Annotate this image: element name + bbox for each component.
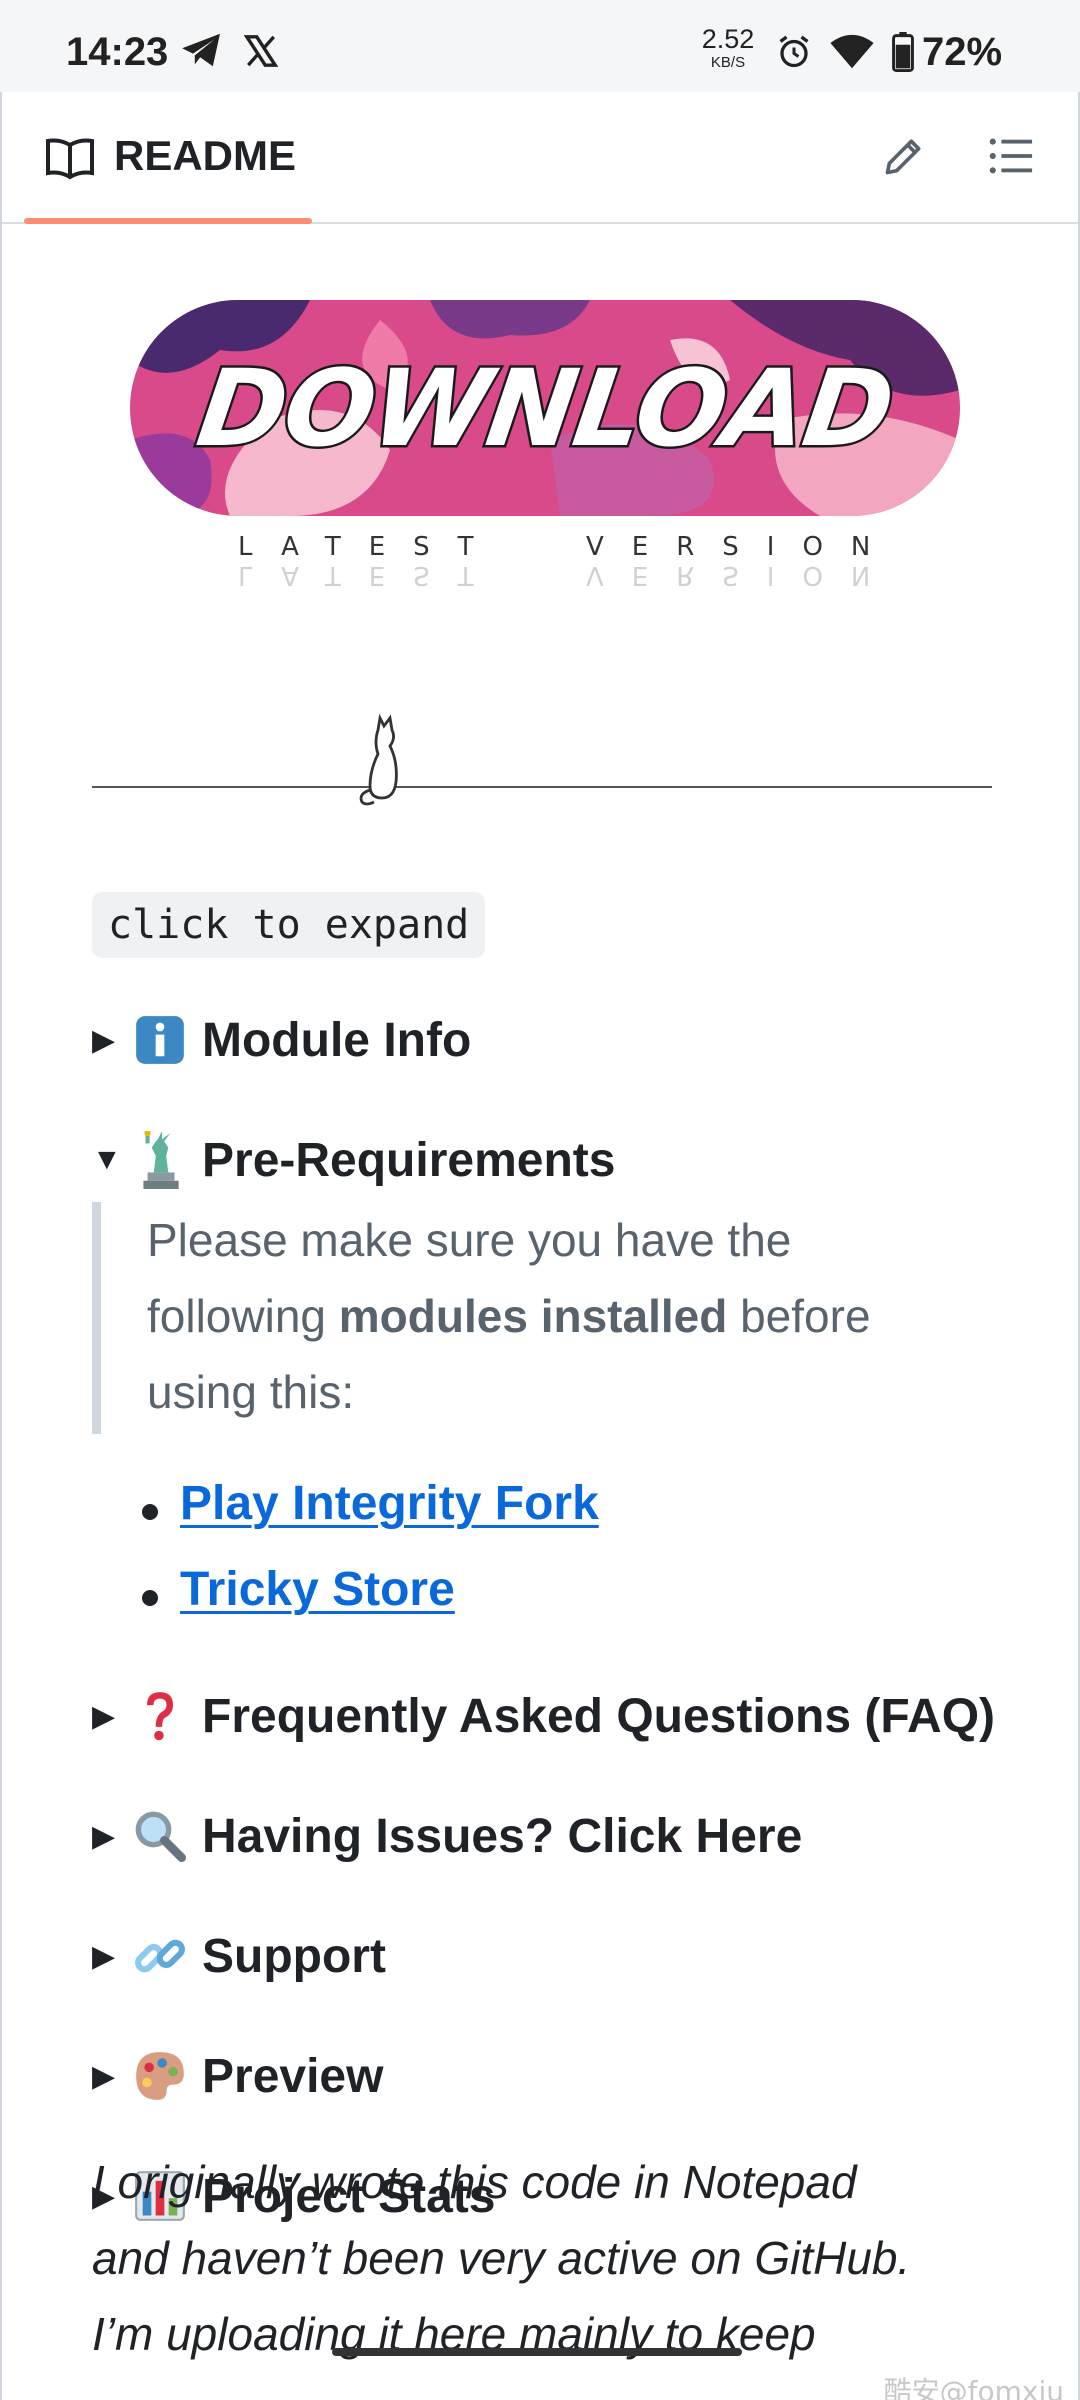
- status-bar: 14:23 2.52 KB/S 72%: [0, 0, 1080, 92]
- scroll-strikethrough-bar: [332, 2348, 742, 2356]
- info-icon: [128, 1014, 192, 1066]
- expanded-triangle-icon: ▼: [92, 1143, 122, 1176]
- book-icon: [46, 138, 94, 180]
- network-speed: 2.52 KB/S: [701, 24, 755, 71]
- requirements-blockquote: Please make sure you have the following …: [92, 1202, 992, 1434]
- section-label: Pre-Requirements: [202, 1133, 616, 1187]
- statue-of-liberty-icon: [128, 1131, 192, 1189]
- section-label: Support: [202, 1929, 386, 1983]
- section-label: Preview: [202, 2049, 384, 2103]
- expand-hint: click to expand: [92, 892, 486, 958]
- alarm-icon: [779, 35, 809, 68]
- magnifier-icon: [128, 1810, 192, 1862]
- question-icon: [128, 1690, 192, 1742]
- section-pre-requirements[interactable]: ▼ Pre-Requirements: [92, 1130, 615, 1190]
- wifi-icon: [830, 34, 874, 69]
- divider-line: [92, 786, 992, 788]
- collapsed-triangle-icon: ▶: [92, 1939, 116, 1973]
- link-tricky-store[interactable]: Tricky Store: [180, 1562, 455, 1617]
- x-logo-icon: [244, 35, 278, 67]
- section-module-info[interactable]: ▶ Module Info: [92, 1010, 471, 1070]
- status-time: 14:23: [66, 30, 169, 74]
- section-label: Frequently Asked Questions (FAQ): [202, 1689, 996, 1743]
- pencil-icon[interactable]: [882, 134, 926, 178]
- readme-tab-title[interactable]: README: [114, 132, 296, 180]
- section-preview[interactable]: ▶ Preview: [92, 2046, 383, 2106]
- section-having-issues[interactable]: ▶ Having Issues? Click Here: [92, 1806, 802, 1866]
- readme-header: README: [2, 92, 1078, 224]
- banner-subtitle-left-reflection: LATEST: [238, 560, 502, 590]
- cat-icon: [359, 714, 398, 806]
- section-label: Having Issues? Click Here: [202, 1809, 803, 1863]
- banner-subtitle-left: LATEST: [238, 532, 502, 562]
- telegram-icon: [182, 33, 220, 67]
- collapsed-triangle-icon: ▶: [92, 1699, 116, 1733]
- list-bullet: [142, 1590, 158, 1606]
- battery-icon: [892, 32, 914, 72]
- readme-card: README DOWNLOAD LATEST VERSION LATEST VE…: [0, 92, 1080, 2400]
- collapsed-triangle-icon: ▶: [92, 1023, 116, 1057]
- download-banner[interactable]: DOWNLOAD: [130, 300, 960, 516]
- battery-percent: 72%: [922, 30, 1003, 74]
- watermark: 酷安@fomxiu: [883, 2375, 1064, 2400]
- collapsed-triangle-icon: ▶: [92, 2059, 116, 2093]
- banner-subtitle-right: VERSION: [586, 532, 899, 562]
- readme-body: DOWNLOAD LATEST VERSION LATEST VERSION c…: [2, 226, 1078, 2400]
- active-tab-underline: [24, 218, 312, 224]
- outline-list-icon[interactable]: [988, 136, 1034, 176]
- banner-text: DOWNLOAD: [188, 344, 902, 472]
- outro-paragraph: I originally wrote this code in Notepad …: [92, 2156, 911, 2360]
- palette-icon: [128, 2050, 192, 2102]
- link-icon: [128, 1930, 192, 1982]
- list-bullet: [142, 1504, 158, 1520]
- requirements-text: Please make sure you have the following …: [147, 1214, 871, 1418]
- section-faq[interactable]: ▶ Frequently Asked Questions (FAQ): [92, 1686, 995, 1746]
- collapsed-triangle-icon: ▶: [92, 1819, 116, 1853]
- banner-subtitle-right-reflection: VERSION: [586, 560, 899, 590]
- section-label: Module Info: [202, 1013, 472, 1067]
- link-play-integrity-fork[interactable]: Play Integrity Fork: [180, 1476, 599, 1531]
- section-support[interactable]: ▶ Support: [92, 1926, 386, 1986]
